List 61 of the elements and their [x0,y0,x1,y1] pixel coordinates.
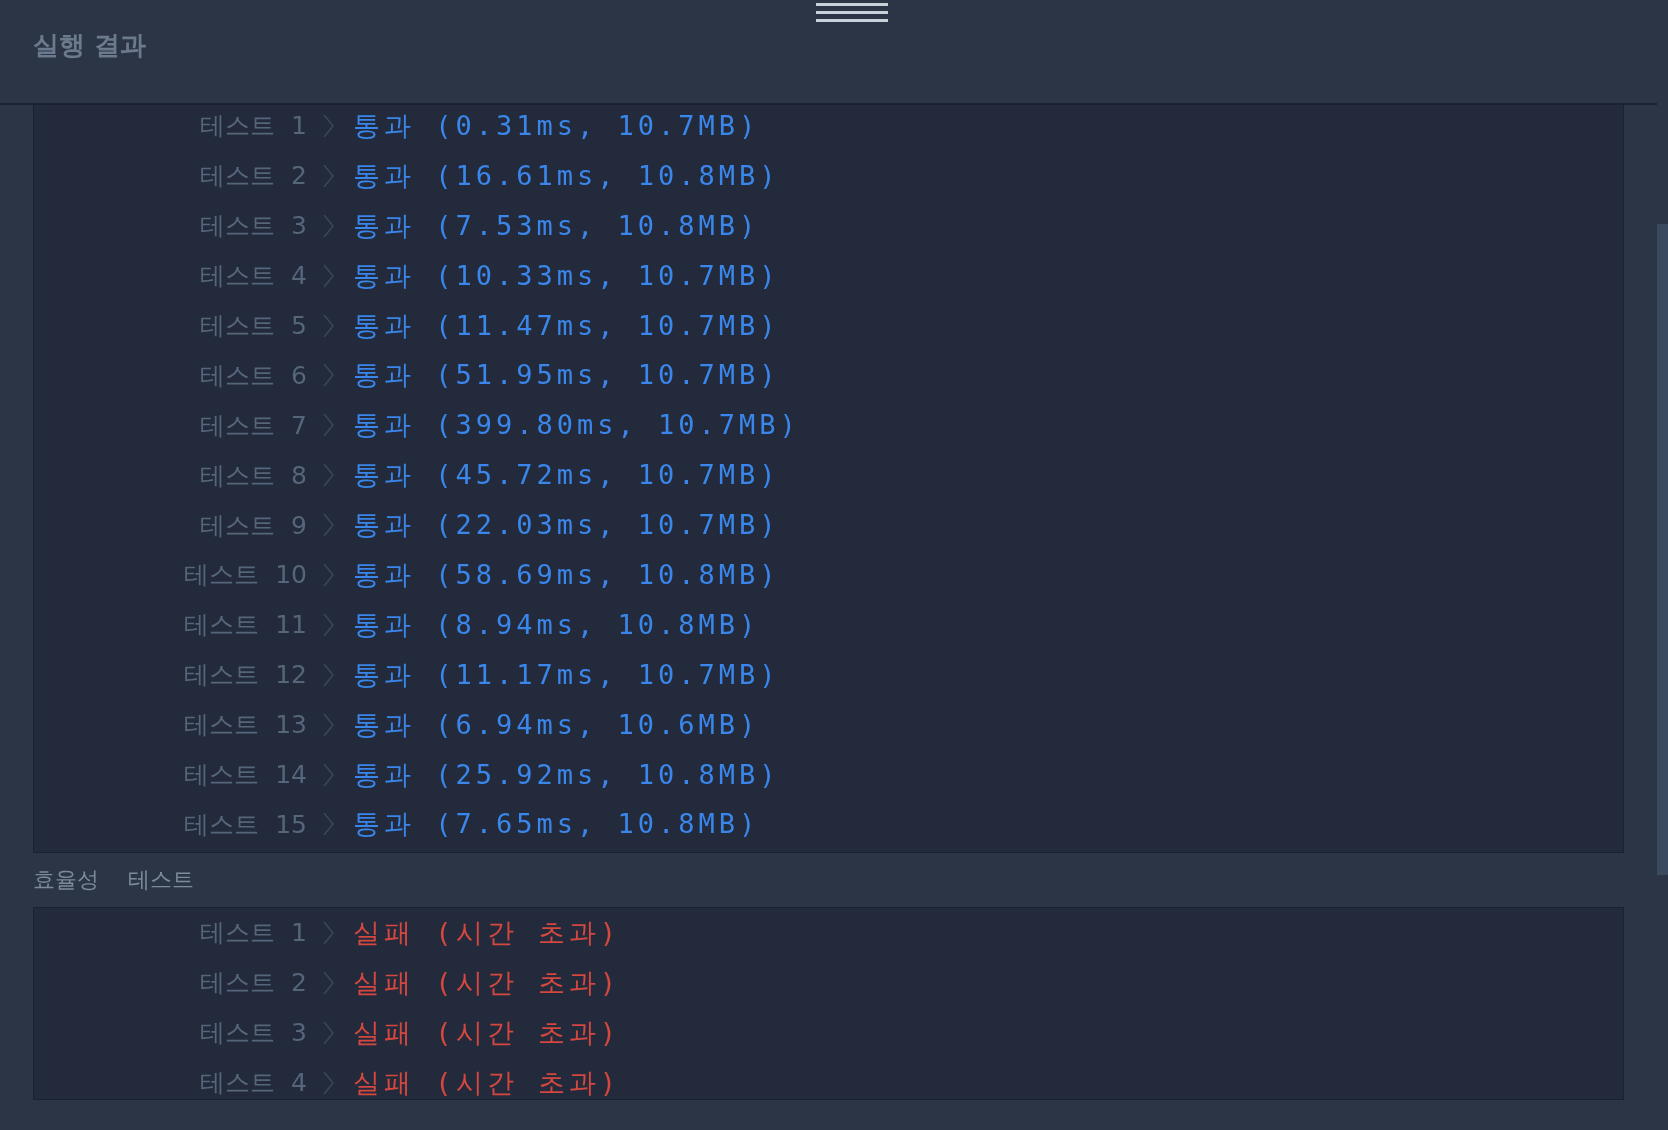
test-result: 통과 (399.80ms, 10.7MB) [353,408,800,443]
test-label: 테스트 10 [183,559,307,592]
test-label: 테스트 13 [183,709,307,742]
test-result: 통과 (6.94ms, 10.6MB) [353,707,760,742]
test-label: 테스트 9 [199,509,307,542]
test-label: 테스트 5 [199,310,307,342]
test-result: 통과 (16.61ms, 10.8MB) [353,158,780,193]
test-label: 테스트 4 [199,260,307,293]
test-label: 테스트 1 [199,917,307,950]
chevron-right-icon [323,213,334,238]
test-result: 통과 (7.65ms, 10.8MB) [353,807,760,842]
test-result: 실패 (시간 초과) [353,1065,621,1099]
chevron-right-icon [323,612,334,637]
test-label: 테스트 4 [199,1067,307,1099]
chevron-right-icon [323,1020,334,1045]
test-label: 테스트 8 [199,459,307,492]
test-result: 실패 (시간 초과) [353,1015,621,1050]
chevron-right-icon [323,463,334,488]
chevron-right-icon [323,1070,334,1095]
test-result: 통과 (0.31ms, 10.7MB) [353,108,760,143]
test-result: 통과 (58.69ms, 10.8MB) [353,557,780,592]
test-label: 테스트 3 [199,1017,307,1050]
test-label: 테스트 6 [199,359,307,392]
test-label: 테스트 2 [199,967,307,1000]
section-label: 효율성 테스트 [33,866,194,894]
test-label: 테스트 14 [183,759,307,791]
chevron-right-icon [323,263,334,288]
test-result: 통과 (11.47ms, 10.7MB) [353,308,780,343]
chevron-right-icon [323,163,334,188]
test-label: 테스트 12 [183,659,307,692]
chevron-right-icon [323,313,334,338]
chevron-right-icon [323,712,334,737]
test-result: 통과 (11.17ms, 10.7MB) [353,657,780,692]
test-result: 통과 (22.03ms, 10.7MB) [353,508,780,543]
test-label: 테스트 1 [199,110,307,143]
panel-title: 실행 결과 [33,29,147,62]
test-result: 통과 (51.95ms, 10.7MB) [353,358,780,393]
chevron-right-icon [323,762,334,787]
test-result: 실패 (시간 초과) [353,915,621,950]
chevron-right-icon [323,920,334,945]
test-result: 실패 (시간 초과) [353,965,621,1000]
test-label: 테스트 11 [183,609,307,642]
test-result: 통과 (45.72ms, 10.7MB) [353,458,780,493]
test-label: 테스트 15 [183,808,307,841]
test-result: 통과 (10.33ms, 10.7MB) [353,258,780,293]
test-result: 통과 (8.94ms, 10.8MB) [353,607,760,642]
test-result: 통과 (25.92ms, 10.8MB) [353,757,780,792]
scrollbar-thumb[interactable] [1657,224,1668,875]
chevron-right-icon [323,562,334,587]
chevron-right-icon [323,363,334,388]
chevron-right-icon [323,413,334,438]
chevron-right-icon [323,662,334,687]
chevron-right-icon [323,812,334,837]
chevron-right-icon [323,513,334,538]
test-label: 테스트 2 [199,160,307,193]
chevron-right-icon [323,970,334,995]
chevron-right-icon [323,113,334,138]
test-label: 테스트 7 [199,409,307,442]
drag-handle-icon[interactable] [816,3,888,23]
test-result: 통과 (7.53ms, 10.8MB) [353,208,760,243]
test-label: 테스트 3 [199,210,307,243]
